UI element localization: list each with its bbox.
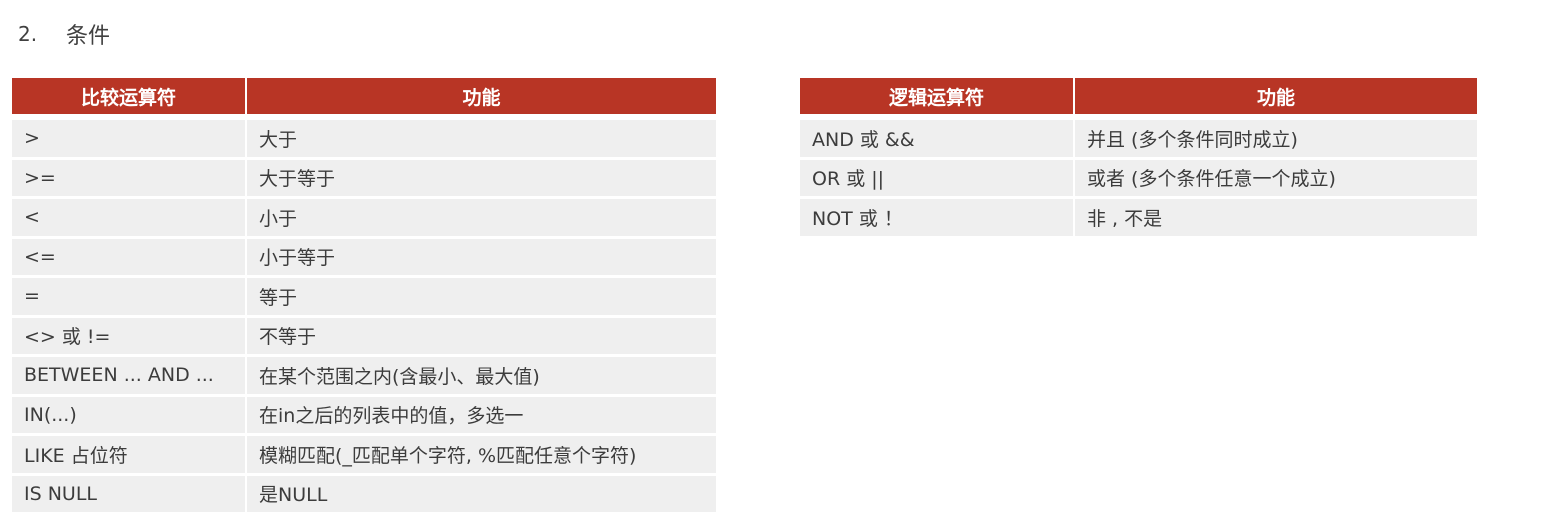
operator-cell: NOT 或 ！ xyxy=(800,199,1073,236)
header-function: 功能 xyxy=(1075,78,1477,117)
section-heading: 2. 条件 xyxy=(18,16,110,52)
table-row: BETWEEN ... AND ... 在某个范围之内(含最小、最大值) xyxy=(12,357,716,394)
header-logical-operator: 逻辑运算符 xyxy=(800,78,1073,117)
function-cell: 在某个范围之内(含最小、最大值) xyxy=(247,357,716,394)
function-cell: 是NULL xyxy=(247,475,716,512)
function-cell: 小于等于 xyxy=(247,238,716,275)
table-row: LIKE 占位符 模糊匹配(_匹配单个字符, %匹配任意个字符) xyxy=(12,436,716,473)
table-header-row: 比较运算符 功能 xyxy=(12,78,716,117)
operator-cell: IS NULL xyxy=(12,475,245,512)
function-cell: 大于等于 xyxy=(247,159,716,196)
function-cell: 并且 (多个条件同时成立) xyxy=(1075,120,1477,157)
table-row: <> 或 != 不等于 xyxy=(12,317,716,354)
function-cell: 在in之后的列表中的值，多选一 xyxy=(247,396,716,433)
function-cell: 或者 (多个条件任意一个成立) xyxy=(1075,159,1477,196)
operator-cell: AND 或 && xyxy=(800,120,1073,157)
table-row: = 等于 xyxy=(12,278,716,315)
operator-cell: <> 或 != xyxy=(12,317,245,354)
table-row: OR 或 || 或者 (多个条件任意一个成立) xyxy=(800,159,1477,196)
operator-cell: IN(...) xyxy=(12,396,245,433)
function-cell: 模糊匹配(_匹配单个字符, %匹配任意个字符) xyxy=(247,436,716,473)
function-cell: 不等于 xyxy=(247,317,716,354)
table-row: <= 小于等于 xyxy=(12,238,716,275)
function-cell: 大于 xyxy=(247,120,716,157)
operator-cell: <= xyxy=(12,238,245,275)
function-cell: 非 , 不是 xyxy=(1075,199,1477,236)
table-row: > 大于 xyxy=(12,120,716,157)
table-row: IN(...) 在in之后的列表中的值，多选一 xyxy=(12,396,716,433)
function-cell: 小于 xyxy=(247,199,716,236)
table-row: IS NULL 是NULL xyxy=(12,475,716,512)
operator-cell: = xyxy=(12,278,245,315)
table-header-row: 逻辑运算符 功能 xyxy=(800,78,1477,117)
table-row: AND 或 && 并且 (多个条件同时成立) xyxy=(800,120,1477,157)
logical-operators-table: 逻辑运算符 功能 AND 或 && 并且 (多个条件同时成立) OR 或 || … xyxy=(798,75,1479,239)
section-title: 条件 xyxy=(66,24,111,49)
header-comparison-operator: 比较运算符 xyxy=(12,78,245,117)
operator-cell: BETWEEN ... AND ... xyxy=(12,357,245,394)
comparison-operators-table: 比较运算符 功能 > 大于 >= 大于等于 < 小于 <= 小于等于 = 等于 … xyxy=(10,75,718,515)
section-number: 2. xyxy=(18,22,38,46)
operator-cell: OR 或 || xyxy=(800,159,1073,196)
table-row: >= 大于等于 xyxy=(12,159,716,196)
table-row: NOT 或 ！ 非 , 不是 xyxy=(800,199,1477,236)
operator-cell: > xyxy=(12,120,245,157)
header-function: 功能 xyxy=(247,78,716,117)
operator-cell: < xyxy=(12,199,245,236)
function-cell: 等于 xyxy=(247,278,716,315)
operator-cell: LIKE 占位符 xyxy=(12,436,245,473)
table-row: < 小于 xyxy=(12,199,716,236)
operator-cell: >= xyxy=(12,159,245,196)
